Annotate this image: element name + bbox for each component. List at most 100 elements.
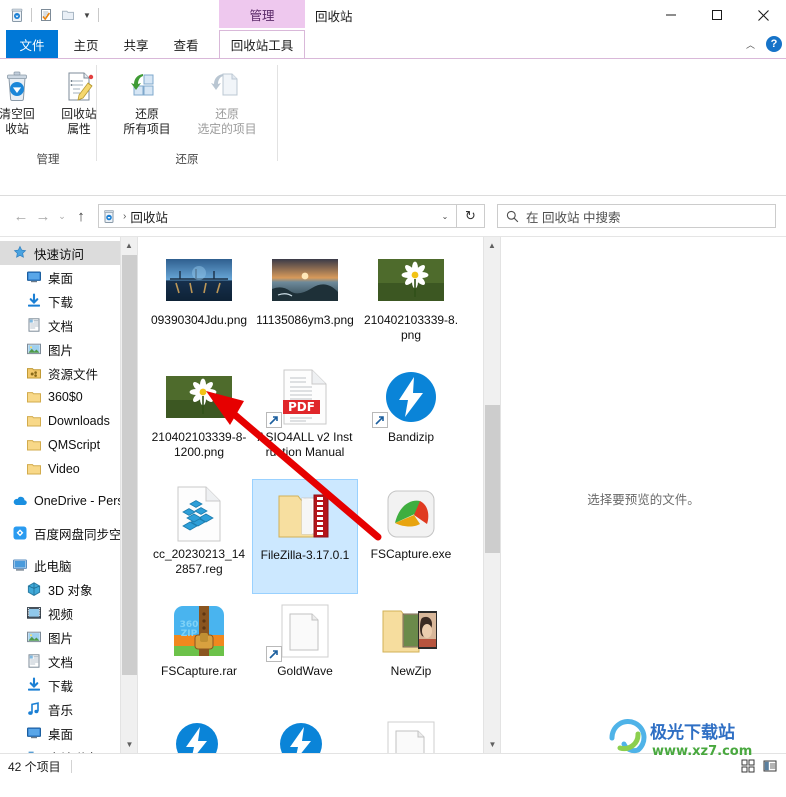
file-scroll-up-icon[interactable]: ▲: [484, 237, 500, 254]
baidu-icon: [10, 525, 30, 541]
customize-caret-icon[interactable]: ▼: [79, 4, 95, 26]
file-name-label: FileZilla-3.17.0.1: [260, 548, 350, 562]
up-button[interactable]: ↑: [70, 204, 92, 228]
nav-item-music[interactable]: 音乐: [0, 697, 137, 721]
qat-divider-1: [31, 8, 32, 22]
nav-item-folder-360[interactable]: 360$0: [0, 385, 137, 409]
breadcrumb-separator: ›: [123, 210, 127, 222]
new-folder-icon[interactable]: [57, 4, 79, 26]
nav-item-local-disk-c[interactable]: 本地磁盘 (C:): [0, 745, 137, 753]
nav-item-label: 桌面: [48, 727, 74, 742]
label-line-1: 回收站: [61, 107, 97, 121]
nav-item-desktop-pc[interactable]: 桌面: [0, 721, 137, 745]
large-icons-view-button[interactable]: [738, 756, 758, 776]
download-icon: [24, 293, 44, 309]
chevron-up-icon[interactable]: ︿: [743, 38, 758, 51]
file-list-scrollbar[interactable]: ▲ ▼: [483, 237, 500, 753]
empty-recycle-bin-icon: [0, 67, 34, 103]
forward-button[interactable]: →: [32, 204, 54, 228]
tab-file[interactable]: 文件: [6, 30, 58, 58]
file-item[interactable]: FSCapture.exe: [358, 479, 464, 594]
file-item[interactable]: GoldWave: [252, 596, 358, 711]
nav-item-baidu-netdisk[interactable]: 百度网盘同步空间: [0, 521, 137, 545]
file-item[interactable]: Bandizip: [358, 362, 464, 477]
help-icon[interactable]: ?: [766, 36, 782, 52]
nav-item-onedrive[interactable]: OneDrive - Perso: [0, 489, 137, 513]
breadcrumb-item-recycle-bin[interactable]: 回收站: [130, 207, 168, 226]
breadcrumb-bar[interactable]: › 回收站 ⌄: [98, 204, 457, 228]
label-line-2: 属性: [67, 122, 91, 136]
nav-item-downloads-folder[interactable]: Downloads: [0, 409, 137, 433]
navigation-scrollbar[interactable]: ▲ ▼: [120, 237, 137, 753]
file-item[interactable]: [358, 713, 464, 753]
file-item[interactable]: 210402103339-8-1200.png: [146, 362, 252, 477]
nav-scrollbar-thumb[interactable]: [122, 255, 137, 675]
details-view-button[interactable]: [760, 756, 780, 776]
nav-item-documents[interactable]: 文档: [0, 313, 137, 337]
nav-item-this-pc[interactable]: 此电脑: [0, 553, 137, 577]
nav-item-pictures-pc[interactable]: 图片: [0, 625, 137, 649]
label-line-1: 清空回: [0, 107, 35, 121]
tab-recycle-bin-tools[interactable]: 回收站工具: [219, 30, 305, 58]
properties-icon[interactable]: [35, 4, 57, 26]
zipped-folder-icon: [253, 484, 357, 546]
empty-recycle-bin-button[interactable]: 清空回 收站: [0, 65, 48, 139]
videos-icon: [24, 605, 44, 621]
file-name-label: 210402103339-8-1200.png: [151, 430, 247, 459]
minimize-button[interactable]: [648, 0, 694, 30]
restore-all-items-button[interactable]: 还原 所有项目: [107, 65, 187, 139]
nav-scroll-down-icon[interactable]: ▼: [121, 736, 137, 753]
search-box[interactable]: 在 回收站 中搜索: [497, 204, 776, 228]
file-scrollbar-thumb[interactable]: [485, 405, 500, 553]
file-name-label: 11135086ym3.png: [256, 313, 354, 327]
nav-item-qmscript[interactable]: QMScript: [0, 433, 137, 457]
file-item[interactable]: PDF ASIO4ALL v2 Instruction Manual: [252, 362, 358, 477]
close-button[interactable]: [740, 0, 786, 30]
file-item[interactable]: ZIP: [146, 713, 252, 753]
recycle-bin-breadcrumb-icon: [99, 209, 119, 224]
restore-selected-items-button[interactable]: 还原 选定的项目: [187, 65, 267, 139]
chevron-down-icon[interactable]: ⌄: [434, 212, 456, 221]
file-item[interactable]: 11135086ym3.png: [252, 245, 358, 360]
nav-item-pictures[interactable]: 图片: [0, 337, 137, 361]
computer-icon: [10, 557, 30, 573]
nav-item-documents-pc[interactable]: 文档: [0, 649, 137, 673]
recycle-bin-icon[interactable]: [6, 4, 28, 26]
ribbon-group-manage-label: 管理: [36, 154, 60, 166]
refresh-button[interactable]: ↻: [457, 204, 485, 228]
nav-group-spacer: [0, 481, 137, 489]
shortcut-overlay-icon: [372, 412, 388, 428]
nav-item-desktop[interactable]: 桌面: [0, 265, 137, 289]
maximize-button[interactable]: [694, 0, 740, 30]
file-item[interactable]: 210402103339-8.png: [358, 245, 464, 360]
file-item[interactable]: ZIPX: [252, 713, 358, 753]
nav-item-downloads-pc[interactable]: 下载: [0, 673, 137, 697]
nav-item-downloads[interactable]: 下载: [0, 289, 137, 313]
nav-item-quick-access[interactable]: 快速访问: [0, 241, 137, 265]
file-name-label: FSCapture.rar: [160, 664, 238, 678]
nav-item-videos[interactable]: 视频: [0, 601, 137, 625]
restore-all-icon: [129, 67, 165, 103]
file-item[interactable]: 09390304Jdu.png: [146, 245, 252, 360]
nav-item-video[interactable]: Video: [0, 457, 137, 481]
file-item[interactable]: cc_20230213_142857.reg: [146, 479, 252, 594]
file-item[interactable]: FileZilla-3.17.0.1: [252, 479, 358, 594]
nav-item-label: 桌面: [48, 271, 74, 286]
nav-scroll-up-icon[interactable]: ▲: [121, 237, 137, 254]
back-button[interactable]: ←: [10, 204, 32, 228]
recent-locations-button[interactable]: ⌄: [54, 204, 70, 228]
nav-item-3d-objects[interactable]: 3D 对象: [0, 577, 137, 601]
nav-item-resource-files[interactable]: 资源文件: [0, 361, 137, 385]
file-item[interactable]: NewZip: [358, 596, 464, 711]
360zip-icon: 360 ZIP: [146, 600, 252, 662]
file-scroll-down-icon[interactable]: ▼: [484, 736, 500, 753]
file-name-label: FSCapture.exe: [370, 547, 452, 561]
file-list-pane[interactable]: 09390304Jdu.png 11135086ym3.png 2104021033…: [137, 237, 500, 753]
tab-home[interactable]: 主页: [62, 30, 110, 58]
file-item[interactable]: 360 ZIP FSCapture.rar: [146, 596, 252, 711]
tab-share[interactable]: 共享: [112, 30, 160, 58]
tab-view[interactable]: 查看: [162, 30, 210, 58]
nav-item-label: 3D 对象: [48, 583, 93, 598]
nav-item-label: 此电脑: [34, 559, 72, 574]
nav-item-label: 百度网盘同步空间: [34, 527, 135, 542]
